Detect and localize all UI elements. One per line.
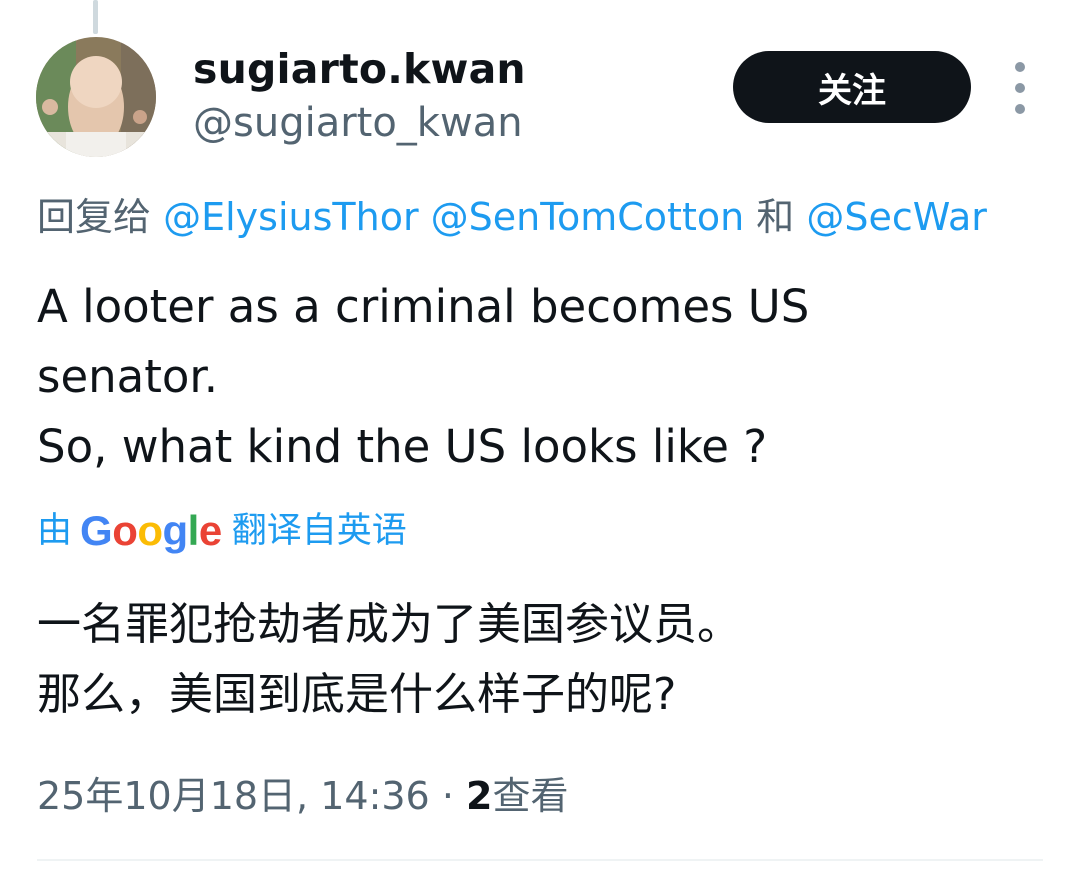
tweet-text-line: So, what kind the US looks like ? bbox=[37, 420, 768, 473]
reply-mention-elysiusthor[interactable]: @ElysiusThor bbox=[163, 195, 418, 239]
translated-text-line: 一名罪犯抢劫者成为了美国参议员。 bbox=[37, 599, 741, 650]
more-vertical-icon-dot bbox=[1015, 83, 1025, 93]
tweet-text-line: A looter as a criminal becomes US bbox=[37, 280, 810, 333]
reply-joiner: 和 bbox=[756, 195, 795, 239]
follow-button[interactable]: 关注 bbox=[733, 51, 971, 123]
meta-separator: · bbox=[441, 774, 454, 818]
translated-by-suffix: 翻译自英语 bbox=[231, 511, 407, 551]
author-display-name[interactable]: sugiarto.kwan bbox=[193, 44, 526, 94]
author-avatar[interactable] bbox=[36, 37, 156, 157]
reply-mention-secwar[interactable]: @SecWar bbox=[806, 195, 986, 239]
avatar-photo-icon bbox=[36, 37, 156, 157]
tweet-text-line: senator. bbox=[37, 350, 219, 403]
tweet-timestamp[interactable]: 25年10月18日, 14:36 bbox=[37, 774, 430, 818]
tweet-meta: 25年10月18日, 14:36 · 2查看 bbox=[37, 768, 568, 824]
reply-context: 回复给 @ElysiusThor @SenTomCotton 和 @SecWar bbox=[37, 190, 987, 244]
divider bbox=[37, 859, 1043, 861]
reply-prefix: 回复给 bbox=[37, 195, 152, 239]
thread-connector-line bbox=[93, 0, 98, 34]
translated-text: 一名罪犯抢劫者成为了美国参议员。 那么，美国到底是什么样子的呢? bbox=[37, 590, 1047, 730]
more-options-button[interactable] bbox=[1004, 62, 1036, 114]
views-label: 查看 bbox=[492, 774, 569, 818]
views-count: 2 bbox=[466, 774, 493, 818]
translated-by-google-link[interactable]: 由 Google 翻译自英语 bbox=[37, 502, 407, 560]
google-logo: Google bbox=[80, 507, 222, 554]
reply-mention-sentomcotton[interactable]: @SenTomCotton bbox=[431, 195, 745, 239]
more-vertical-icon-dot bbox=[1015, 104, 1025, 114]
author-handle[interactable]: @sugiarto_kwan bbox=[193, 98, 523, 148]
tweet-text: A looter as a criminal becomes US senato… bbox=[37, 272, 1047, 482]
more-vertical-icon-dot bbox=[1015, 62, 1025, 72]
translated-by-prefix: 由 bbox=[37, 511, 73, 551]
translated-text-line: 那么，美国到底是什么样子的呢? bbox=[37, 669, 677, 720]
